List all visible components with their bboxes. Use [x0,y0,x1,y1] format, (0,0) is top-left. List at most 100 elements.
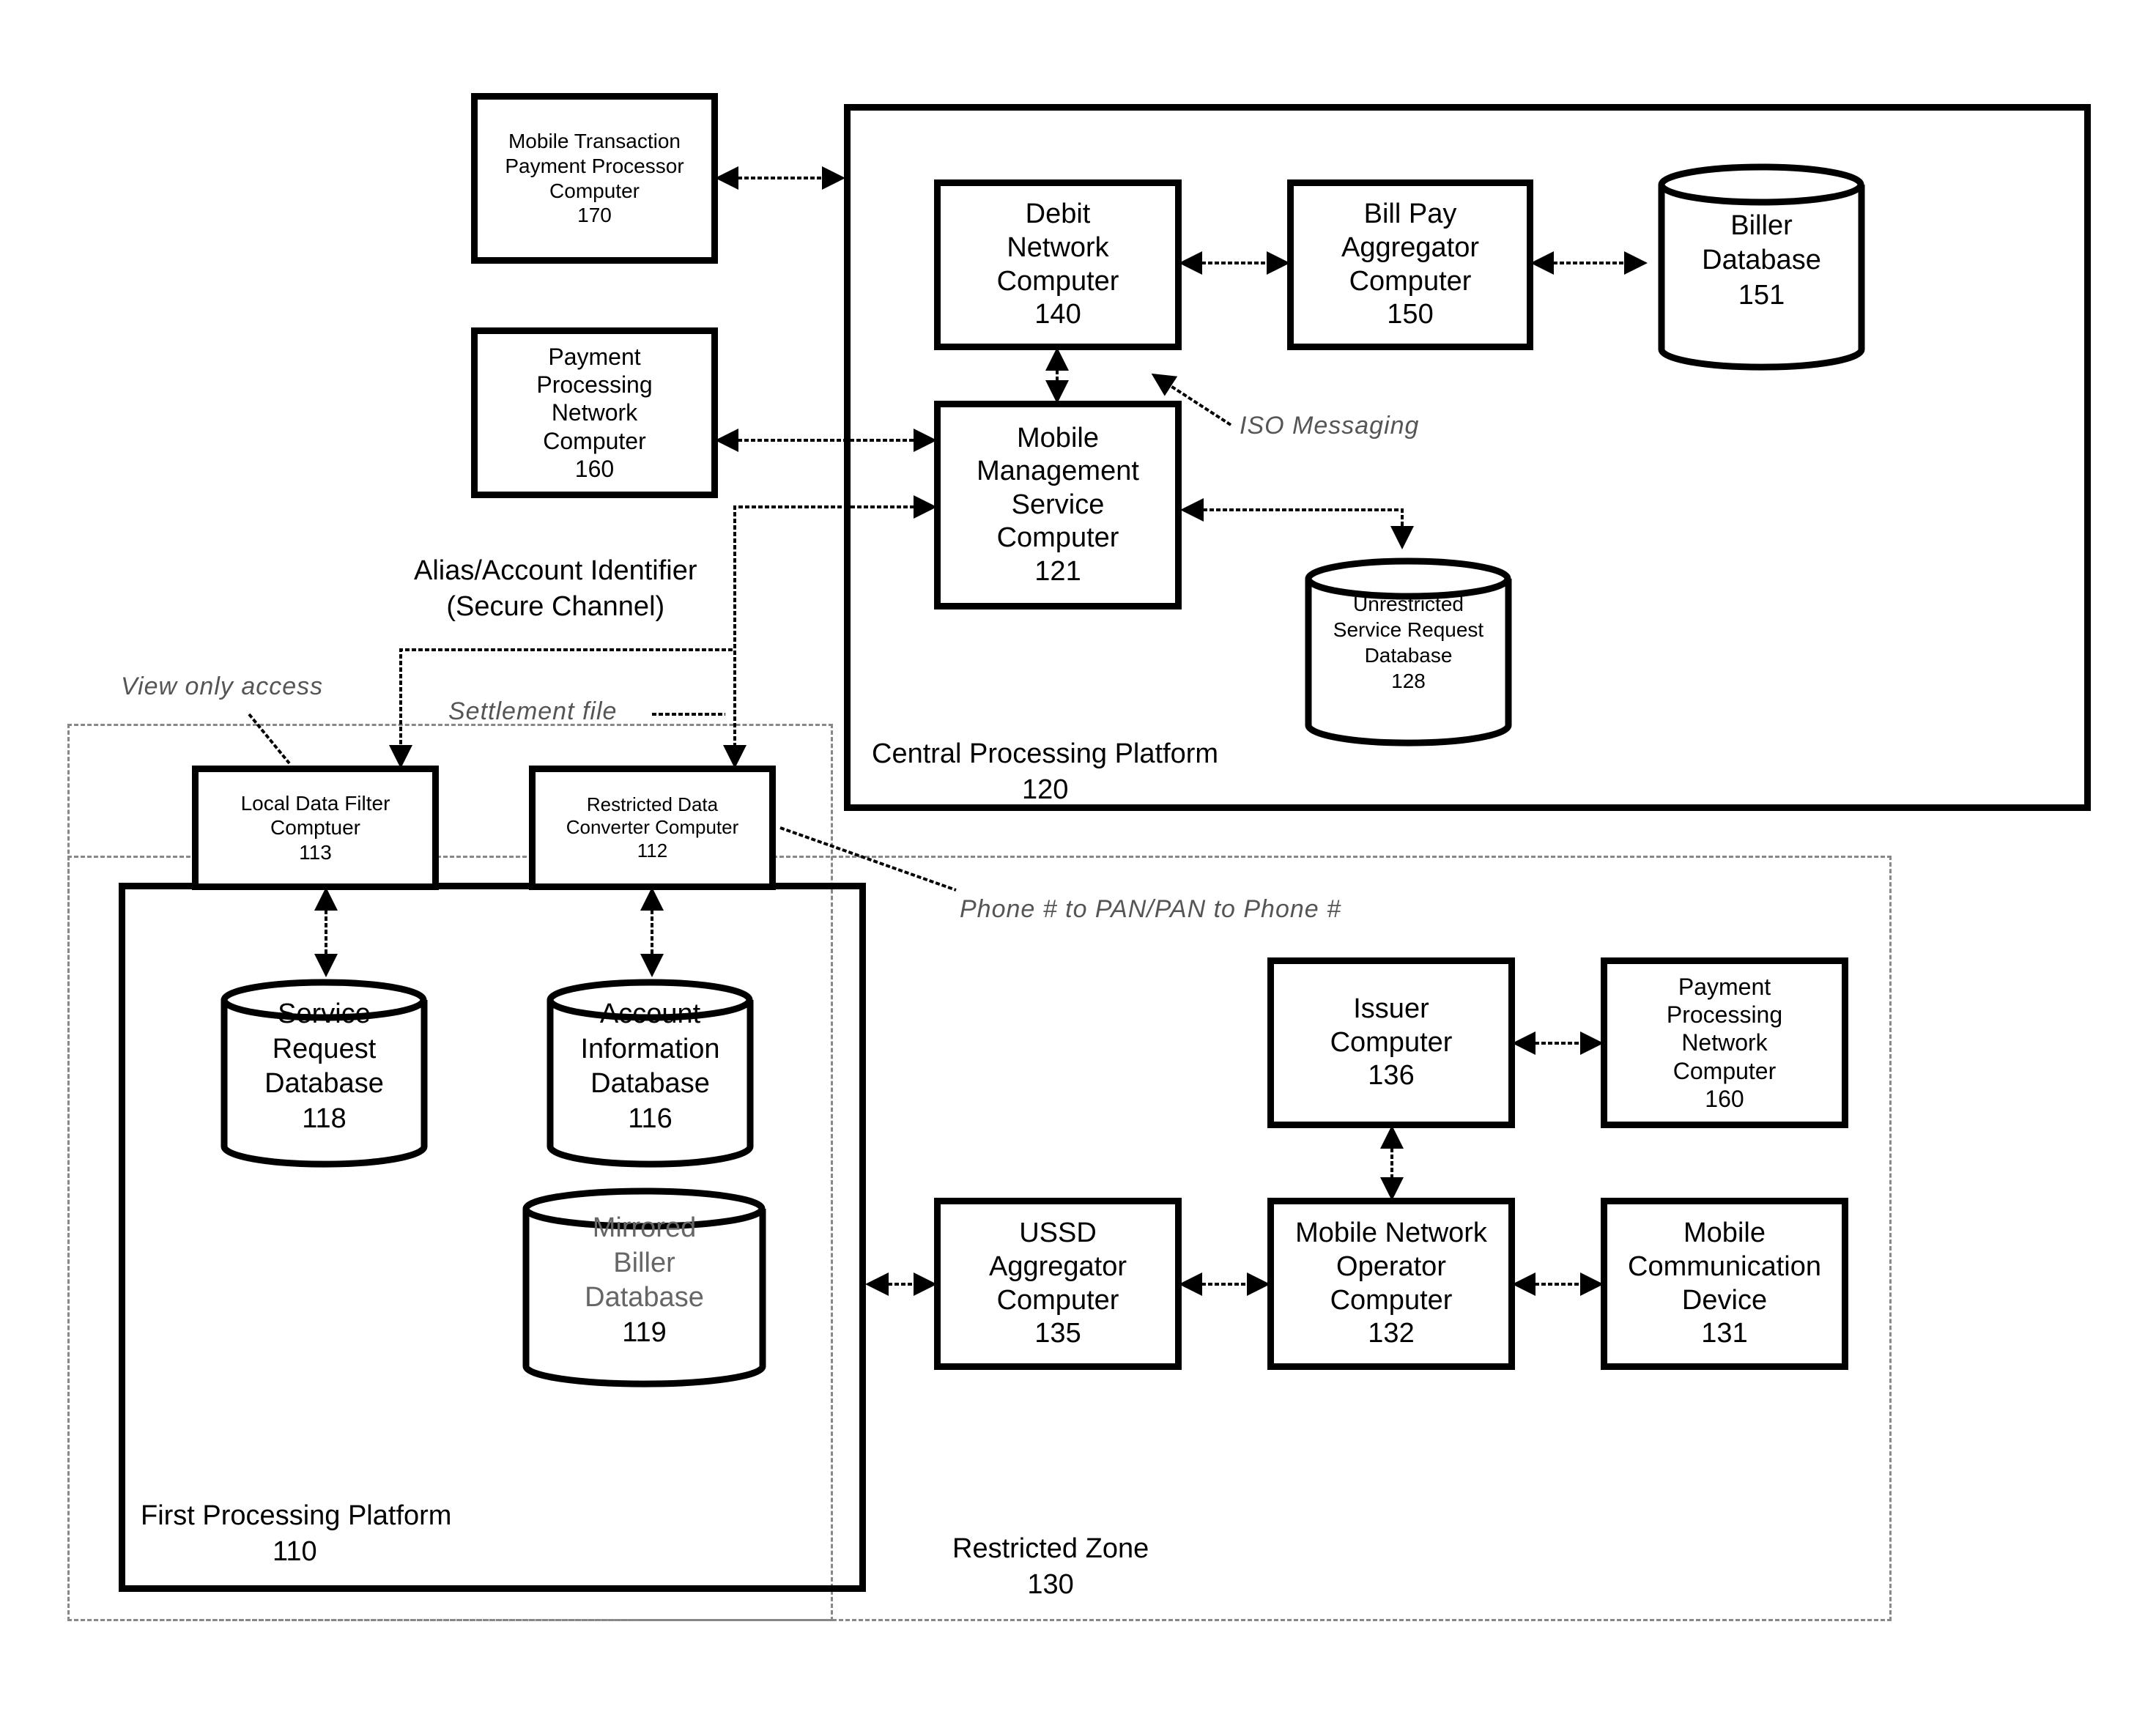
node-label: Computer [543,427,646,454]
node-label: 118 [302,1103,347,1134]
node-label: Database [1364,643,1453,667]
node-label: 128 [1391,669,1426,692]
node-label: Mirrored [592,1212,697,1243]
unrestricted-service-request-database-128: Unrestricted Service Request Database 128 [1304,557,1513,747]
node-label: Database [264,1068,384,1099]
platform-number: 110 [273,1536,317,1568]
platform-title: First Processing Platform [141,1500,452,1531]
node-label: Database [1702,245,1821,276]
node-label: Computer [1330,1284,1453,1316]
line-121-112 [723,495,937,768]
node-label: 113 [299,840,332,864]
ussd-aggregator-135: USSD Aggregator Computer 135 [934,1198,1182,1370]
node-label: 140 [1034,299,1081,330]
node-label: 112 [637,839,668,862]
debit-network-computer-140: Debit Network Computer 140 [934,179,1182,350]
node-label: Service [278,998,371,1029]
payment-processing-network-160-top: Payment Processing Network Computer 160 [471,327,718,498]
node-label: Communication [1628,1250,1821,1282]
node-label: Device [1681,1284,1768,1316]
node-label: Mobile [1683,1218,1766,1249]
node-label: Service [1011,489,1105,520]
node-label: Payment [548,343,641,370]
node-label: Database [590,1068,710,1099]
service-request-database-118: Service Request Database 118 [220,978,429,1168]
node-label: Payment [1678,973,1771,1000]
mobile-network-operator-132: Mobile Network Operator Computer 132 [1267,1198,1515,1370]
phone-pan-pointer [779,826,957,892]
node-label: Network [551,399,638,426]
node-label: Network [1681,1029,1768,1056]
phone-pan-note: Phone # to PAN/PAN to Phone # [960,895,1342,923]
node-label: Issuer [1353,993,1429,1025]
node-label: 116 [628,1103,673,1134]
alias-line: (Secure Channel) [446,591,665,623]
node-label: Unrestricted [1353,592,1464,615]
node-label: Computer [996,265,1119,297]
restricted-data-converter-112: Restricted Data Converter Computer 112 [529,766,776,890]
biller-database-151: Biller Database 151 [1657,163,1866,371]
local-data-filter-113: Local Data Filter Comptuer 113 [192,766,439,890]
node-label: Computer [996,1284,1119,1316]
platform-number: 120 [1022,774,1069,806]
node-label: Mobile Network [1295,1218,1487,1249]
alias-line: Alias/Account Identifier [414,555,697,586]
node-label: 170 [577,204,612,227]
node-label: Operator [1336,1250,1446,1282]
node-label: Local Data Filter [240,791,390,815]
node-label: Processing [1666,1001,1783,1028]
node-label: Network [1007,231,1109,263]
first-platform-label: First Processing Platform 110 [141,1498,451,1571]
node-label: 119 [622,1316,667,1348]
node-label: Computer [1330,1026,1453,1058]
node-label: Management [977,456,1139,487]
line-121-128 [1180,498,1414,549]
node-label: Mobile [1017,422,1099,453]
node-label: Database [585,1282,704,1313]
account-information-database-116: Account Information Database 116 [546,978,755,1168]
node-label: 160 [1705,1086,1744,1113]
node-label: Payment Processor [505,154,684,177]
alias-secure-channel-label: Alias/Account Identifier (Secure Channel) [414,553,697,626]
node-label: Comptuer [270,816,360,840]
node-label: Computer [1672,1057,1777,1084]
iso-messaging-note: ISO Messaging [1240,412,1420,440]
restricted-zone-label: Restricted Zone 130 [952,1531,1149,1604]
node-label: Information [580,1033,720,1064]
view-only-access-note: View only access [121,672,324,700]
node-label: USSD [1019,1218,1097,1249]
view-only-pointer [248,713,291,765]
mobile-transaction-payment-processor-170: Mobile Transaction Payment Processor Compu… [471,93,718,264]
node-label: Processing [536,371,653,398]
node-label: 150 [1387,299,1434,330]
payment-processing-network-160-bottom: Payment Processing Network Computer 160 [1601,957,1848,1128]
node-label: Mobile Transaction [508,130,681,153]
platform-title: Central Processing Platform [872,738,1219,769]
settlement-file-note: Settlement file [448,697,618,725]
mirrored-biller-database-119: Mirrored Biller Database 119 [522,1187,767,1388]
issuer-computer-136: Issuer Computer 136 [1267,957,1515,1128]
node-label: Computer [996,522,1119,554]
node-label: 160 [574,456,615,483]
node-label: Service Request [1333,618,1484,641]
node-label: 151 [1738,279,1785,311]
zone-number: 130 [1027,1569,1074,1601]
node-label: Biller [613,1247,675,1278]
zone-title: Restricted Zone [952,1533,1149,1564]
node-label: Computer [1349,265,1472,297]
node-label: Account [599,998,701,1029]
node-label: Computer [549,179,640,202]
mobile-communication-device-131: Mobile Communication Device 131 [1601,1198,1848,1370]
node-label: 121 [1034,555,1081,587]
bill-pay-aggregator-150: Bill Pay Aggregator Computer 150 [1287,179,1533,350]
node-label: Debit [1025,199,1091,230]
node-label: Bill Pay [1363,199,1457,230]
node-label: 135 [1034,1318,1081,1349]
node-label: Restricted Data [586,793,719,816]
node-label: Request [272,1033,377,1064]
node-label: Biller [1730,210,1793,241]
node-label: 132 [1368,1318,1415,1349]
node-label: 131 [1701,1318,1748,1349]
node-label: Converter Computer [566,816,739,839]
mobile-management-service-121: Mobile Management Service Computer 121 [934,401,1182,609]
